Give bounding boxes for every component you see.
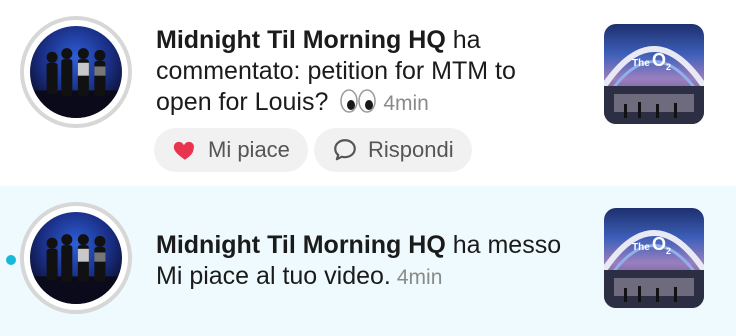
- account-name[interactable]: Midnight Til Morning HQ: [156, 231, 446, 259]
- logo-2: 2: [666, 62, 671, 72]
- like-label: Mi piace: [208, 137, 290, 162]
- logo-2: 2: [666, 246, 671, 256]
- logo-the: The: [632, 58, 650, 69]
- avatar[interactable]: [20, 202, 132, 314]
- logo-the: The: [632, 242, 650, 253]
- eyes-emoji-icon: [340, 89, 377, 113]
- video-thumbnail[interactable]: The O 2: [604, 208, 704, 308]
- o2-arena-icon: The O 2: [604, 46, 704, 124]
- logo-o: O: [652, 50, 666, 70]
- video-thumbnail[interactable]: The O 2: [604, 24, 704, 124]
- reply-button[interactable]: Rispondi: [314, 128, 472, 172]
- avatar[interactable]: [20, 16, 132, 128]
- heart-icon: [173, 141, 195, 160]
- notification-text: Midnight Til Morning HQ ha messo Mi piac…: [156, 230, 566, 293]
- notification-row[interactable]: Midnight Til Morning HQ ha messo Mi piac…: [0, 186, 736, 336]
- timestamp: 4min: [383, 92, 429, 115]
- like-button[interactable]: Mi piace: [154, 128, 308, 172]
- account-name[interactable]: Midnight Til Morning HQ: [156, 26, 446, 54]
- band-photo-icon: [30, 48, 122, 118]
- o2-arena-icon: The O 2: [604, 230, 704, 308]
- speech-bubble-icon: [334, 139, 356, 161]
- notification-row[interactable]: Midnight Til Morning HQ ha commentato: p…: [0, 0, 736, 186]
- logo-o: O: [652, 234, 666, 254]
- notification-text: Midnight Til Morning HQ ha commentato: p…: [156, 25, 566, 119]
- reply-label: Rispondi: [368, 137, 454, 162]
- timestamp: 4min: [396, 266, 443, 289]
- unread-indicator: [6, 255, 16, 265]
- band-photo-icon: [30, 234, 122, 304]
